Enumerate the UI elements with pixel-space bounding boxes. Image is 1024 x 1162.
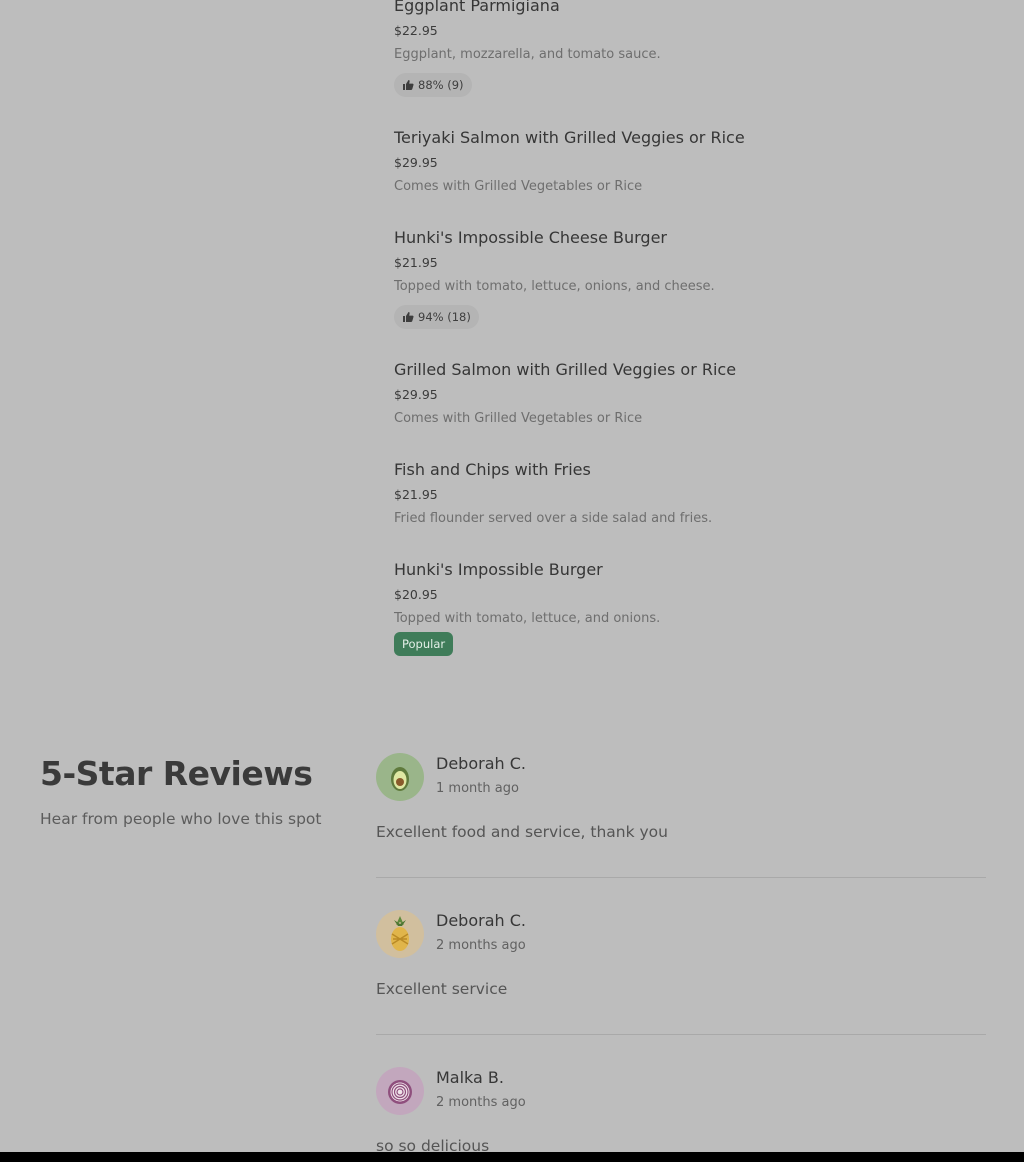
menu-item-price: $22.95 xyxy=(394,23,438,38)
menu-item-eggplant-parmigiana[interactable]: Eggplant Parmigiana $22.95 Eggplant, moz… xyxy=(394,0,994,97)
reviews-title: 5-Star Reviews xyxy=(40,754,313,793)
menu-item-title: Teriyaki Salmon with Grilled Veggies or … xyxy=(394,128,745,147)
avocado-icon xyxy=(376,753,424,801)
popular-badge: Popular xyxy=(394,632,454,656)
menu-item-price: $21.95 xyxy=(394,487,438,502)
menu-item-description: Topped with tomato, lettuce, and onions. xyxy=(394,611,661,626)
reviewer-name[interactable]: Malka B. xyxy=(436,1068,504,1087)
divider xyxy=(376,877,986,878)
rating-text: 88% (9) xyxy=(418,78,464,92)
menu-item-title: Grilled Salmon with Grilled Veggies or R… xyxy=(394,360,737,379)
pineapple-icon xyxy=(376,910,424,958)
menu-item-price: $29.95 xyxy=(394,387,438,402)
review-date: 1 month ago xyxy=(436,781,519,796)
thumbs-up-icon xyxy=(403,80,414,90)
review-text: Excellent food and service, thank you xyxy=(376,823,668,841)
review-date: 2 months ago xyxy=(436,938,526,953)
menu-item-impossible-cheese-burger[interactable]: Hunki's Impossible Cheese Burger $21.95 … xyxy=(394,228,994,329)
menu-item-description: Fried flounder served over a side salad … xyxy=(394,511,713,526)
reviews-subtitle: Hear from people who love this spot xyxy=(40,810,322,828)
menu-item-title: Eggplant Parmigiana xyxy=(394,0,560,15)
bottom-bar xyxy=(0,1152,1024,1162)
thumbs-up-icon xyxy=(403,312,414,322)
menu-item-description: Eggplant, mozzarella, and tomato sauce. xyxy=(394,47,661,62)
divider xyxy=(376,1034,986,1035)
menu-item-description: Comes with Grilled Vegetables or Rice xyxy=(394,411,643,426)
review-text: Excellent service xyxy=(376,980,508,998)
menu-item-title: Hunki's Impossible Cheese Burger xyxy=(394,228,667,247)
review-date: 2 months ago xyxy=(436,1095,526,1110)
menu-item-price: $21.95 xyxy=(394,255,438,270)
menu-item-grilled-salmon[interactable]: Grilled Salmon with Grilled Veggies or R… xyxy=(394,360,994,426)
rating-text: 94% (18) xyxy=(418,310,471,324)
rating-pill: 88% (9) xyxy=(394,73,472,97)
menu-item-teriyaki-salmon[interactable]: Teriyaki Salmon with Grilled Veggies or … xyxy=(394,128,994,194)
menu-item-price: $29.95 xyxy=(394,155,438,170)
reviewer-name[interactable]: Deborah C. xyxy=(436,754,526,773)
menu-item-fish-and-chips[interactable]: Fish and Chips with Fries $21.95 Fried f… xyxy=(394,460,994,526)
menu-item-impossible-burger[interactable]: Hunki's Impossible Burger $20.95 Topped … xyxy=(394,560,994,656)
onion-icon xyxy=(376,1067,424,1115)
menu-item-title: Fish and Chips with Fries xyxy=(394,460,591,479)
rating-pill: 94% (18) xyxy=(394,305,479,329)
reviewer-name[interactable]: Deborah C. xyxy=(436,911,526,930)
menu-item-title: Hunki's Impossible Burger xyxy=(394,560,603,579)
menu-item-price: $20.95 xyxy=(394,587,438,602)
menu-item-description: Topped with tomato, lettuce, onions, and… xyxy=(394,279,715,294)
menu-item-description: Comes with Grilled Vegetables or Rice xyxy=(394,179,643,194)
